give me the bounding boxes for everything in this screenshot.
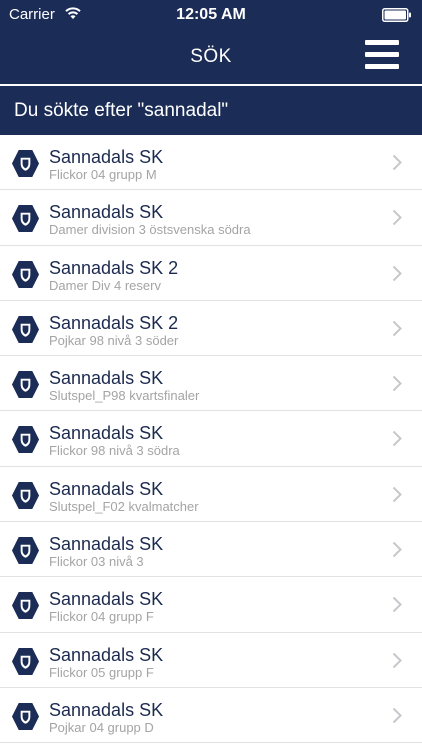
search-query-header: Du sökte efter "sannadal" [0,86,422,135]
club-crest-icon [11,315,40,343]
league-name: Flickor 05 grupp F [49,664,154,680]
team-name: Sannadals SK [49,147,164,167]
result-row[interactable]: Sannadals SK Flickor 05 grupp F [0,632,422,688]
chevron-right-icon [392,154,402,171]
club-crest-icon [11,426,40,454]
club-crest-icon [11,702,40,731]
club-crest-icon [11,647,40,675]
league-name: Flickor 98 nivå 3 södra [49,443,180,459]
battery-icon [382,8,411,22]
chevron-right-icon [392,597,402,613]
league-name: Flickor 03 nivå 3 [49,554,144,570]
team-name: Sannadals SK [49,699,164,720]
club-crest-icon [11,205,40,233]
page-title: SÖK [190,46,232,67]
result-row[interactable]: Sannadals SK 2 Damer Div 4 reserv [0,245,422,301]
result-row[interactable]: Sannadals SK Slutspel_F02 kvalmatcher [0,466,422,523]
chevron-right-icon [392,431,402,447]
league-name: Slutspel_F02 kvalmatcher [49,498,199,514]
team-name: Sannadals SK [49,644,164,665]
result-row[interactable]: Sannadals SK Flickor 98 nivå 3 södra [0,411,422,467]
status-bar: Carrier 12:05 AM [0,0,422,30]
team-name: Sannadals SK 2 [49,312,179,333]
chevron-right-icon [392,320,402,337]
result-row[interactable]: Sannadals SK Flickor 04 grupp F [0,577,422,633]
hamburger-menu-icon[interactable] [365,40,399,70]
team-name: Sannadals SK [49,368,164,389]
club-crest-icon [11,481,40,509]
chevron-right-icon [392,541,402,558]
chevron-right-icon [392,375,402,392]
league-name: Damer Div 4 reserv [49,277,161,293]
chevron-right-icon [392,652,402,668]
chevron-right-icon [392,265,402,281]
chevron-right-icon [392,486,402,502]
team-name: Sannadals SK [49,202,164,223]
chevron-right-icon [392,210,402,226]
team-name: Sannadals SK [49,534,164,555]
team-name: Sannadals SK [49,423,164,444]
league-name: Damer division 3 östsvenska södra [49,222,251,238]
chevron-right-icon [392,707,402,724]
team-name: Sannadals SK [49,589,164,610]
team-name: Sannadals SK 2 [49,257,179,278]
result-row[interactable]: Sannadals SK Flickor 04 grupp M [0,135,422,191]
result-row[interactable]: Sannadals SK Slutspel_P98 kvartsfinaler [0,356,422,412]
result-row[interactable]: Sannadals SK Damer division 3 östsvenska … [0,190,422,246]
league-name: Flickor 04 grupp F [49,609,154,625]
club-crest-icon [11,592,40,620]
result-row[interactable]: Sannadals SK 2 Pojkar 98 nivå 3 söder [0,300,422,357]
team-name: Sannadals SK [49,478,164,499]
result-row[interactable]: Sannadals SK Flickor 03 nivå 3 [0,522,422,578]
navigation-bar: SÖK [0,30,422,84]
club-crest-icon [11,260,40,288]
league-name: Flickor 04 grupp M [49,167,157,182]
league-name: Pojkar 98 nivå 3 söder [49,332,179,348]
result-row[interactable]: Sannadals SK Pojkar 04 grupp D [0,687,422,744]
status-time: 12:05 AM [176,6,246,23]
club-crest-icon [11,371,40,399]
club-crest-icon [11,149,40,178]
league-name: Slutspel_P98 kvartsfinaler [49,388,200,404]
club-crest-icon [11,537,40,565]
search-result-list: Sannadals SK Flickor 04 grupp M Sannadals … [0,135,422,744]
league-name: Pojkar 04 grupp D [49,719,154,735]
